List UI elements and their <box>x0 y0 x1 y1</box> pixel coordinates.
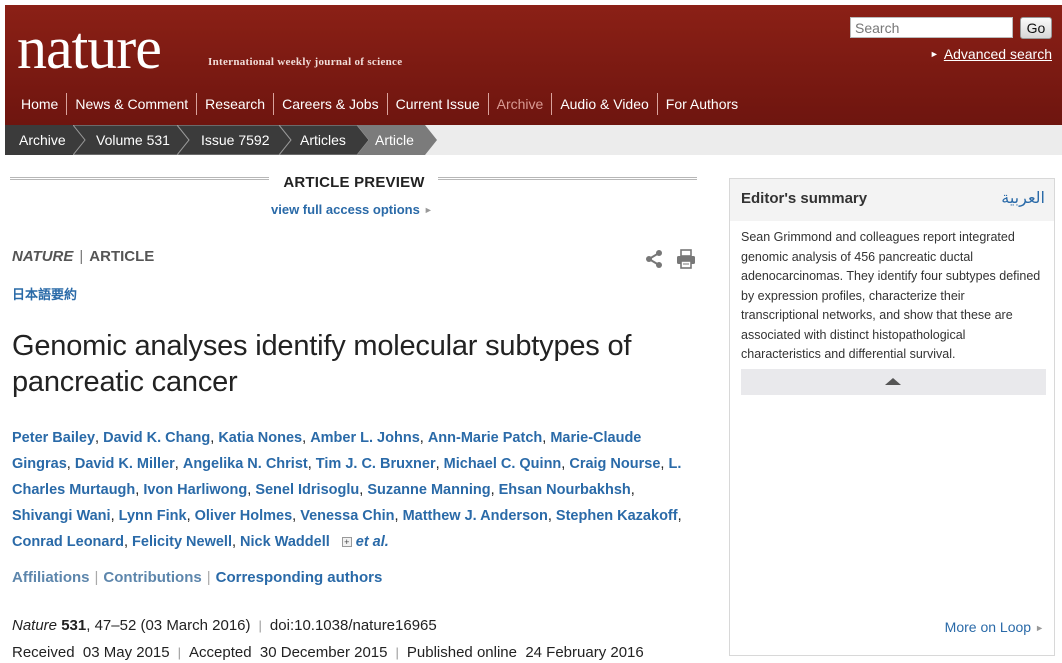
advanced-search-link[interactable]: Advanced search <box>944 46 1052 62</box>
author-link[interactable]: Shivangi Wani <box>12 508 111 524</box>
author-link[interactable]: Peter Bailey <box>12 430 95 446</box>
author-list: Peter Bailey, David K. Chang, Katia None… <box>12 430 682 550</box>
divider <box>10 177 269 180</box>
breadcrumb-articles[interactable]: Articles <box>279 125 369 155</box>
article-dates: Received 03 May 2015 | Accepted 30 Decembe… <box>12 644 644 661</box>
divider <box>438 177 697 180</box>
author-link[interactable]: Angelika N. Christ <box>183 456 308 472</box>
citation-journal: Nature <box>12 617 58 634</box>
citation: Nature 531, 47–52 (03 March 2016) | doi:10… <box>12 617 437 634</box>
breadcrumb-label: Volume 531 <box>96 132 170 148</box>
journal-line: NATURE | ARTICLE <box>12 248 154 265</box>
contributions-link[interactable]: Contributions <box>103 569 201 586</box>
separator: | <box>258 618 262 633</box>
nature-logo[interactable]: nature <box>17 13 162 83</box>
article-preview-title: ARTICLE PREVIEW <box>283 174 425 191</box>
editors-summary-header: Editor's summary العربية <box>730 179 1054 221</box>
author-link[interactable]: Stephen Kazakoff <box>556 508 678 524</box>
arrow-right-icon: ► <box>423 205 433 215</box>
author-link[interactable]: Lynn Fink <box>119 508 187 524</box>
affiliations-link[interactable]: Affiliations <box>12 569 90 586</box>
author-link[interactable]: Ehsan Nourbakhsh <box>499 482 631 498</box>
main-nav: Home News & Comment Research Careers & J… <box>15 93 746 115</box>
citation-date: (03 March 2016) <box>140 617 251 634</box>
breadcrumb-label: Issue 7592 <box>201 132 270 148</box>
separator: | <box>395 645 399 660</box>
nav-archive[interactable]: Archive <box>487 93 552 115</box>
nav-news-comment[interactable]: News & Comment <box>66 93 196 115</box>
arrow-right-icon: ► <box>929 49 939 59</box>
editors-summary-title: Editor's summary <box>741 190 868 207</box>
arabic-summary-link[interactable]: العربية <box>1001 188 1045 208</box>
author-link[interactable]: Ivon Harliwong <box>143 482 247 498</box>
citation-volume: 531 <box>61 617 87 634</box>
citation-pages: 47–52 <box>94 617 137 634</box>
corresponding-authors-link[interactable]: Corresponding authors <box>216 569 383 586</box>
breadcrumb-label: Archive <box>19 132 66 148</box>
received-label: Received <box>12 644 75 661</box>
separator: | <box>206 569 211 586</box>
author-link[interactable]: Craig Nourse <box>569 456 660 472</box>
separator: | <box>177 645 182 660</box>
author-link[interactable]: Matthew J. Anderson <box>403 508 548 524</box>
arrow-right-icon: ► <box>1035 623 1044 633</box>
full-access-label: view full access options <box>271 202 420 217</box>
accepted-label: Accepted <box>189 644 252 661</box>
author-info-links: Affiliations | Contributions | Corresponding… <box>12 569 382 586</box>
article-title: Genomic analyses identify molecular subt… <box>12 330 632 398</box>
breadcrumb: Archive Volume 531 Issue 7592 Articles A… <box>5 125 1062 155</box>
author-link[interactable]: David K. Chang <box>103 430 210 446</box>
nav-home[interactable]: Home <box>15 93 66 115</box>
tagline: International weekly journal of science <box>208 56 403 68</box>
go-button[interactable]: Go <box>1020 17 1052 39</box>
author-link[interactable]: Felicity Newell <box>132 534 232 550</box>
published-date: 24 February 2016 <box>525 644 644 661</box>
breadcrumb-issue[interactable]: Issue 7592 <box>177 125 291 155</box>
chevron-up-icon <box>885 378 901 385</box>
author-link[interactable]: Suzanne Manning <box>367 482 490 498</box>
author-link[interactable]: Ann-Marie Patch <box>428 430 542 446</box>
japanese-summary-link[interactable]: 日本語要約 <box>12 284 77 303</box>
author-link[interactable]: Michael C. Quinn <box>444 456 562 472</box>
print-icon[interactable] <box>676 249 696 274</box>
author-link[interactable]: Conrad Leonard <box>12 534 124 550</box>
author-link[interactable]: David K. Miller <box>75 456 175 472</box>
author-link[interactable]: Katia Nones <box>218 430 302 446</box>
published-label: Published online <box>406 644 517 661</box>
editors-summary-text: Sean Grimmond and colleagues report inte… <box>741 230 1041 361</box>
advanced-search: ► Advanced search <box>930 46 1052 62</box>
breadcrumb-label: Article <box>375 132 414 148</box>
et-al-link[interactable]: et al. <box>356 534 389 550</box>
journal-name: NATURE <box>12 248 74 265</box>
separator: | <box>79 248 84 265</box>
author-link[interactable]: Oliver Holmes <box>195 508 293 524</box>
nav-for-authors[interactable]: For Authors <box>656 93 746 115</box>
author-link[interactable]: Nick Waddell <box>240 534 330 550</box>
expand-authors-icon[interactable]: + <box>341 537 352 547</box>
author-link[interactable]: Venessa Chin <box>300 508 394 524</box>
search-input[interactable] <box>850 17 1013 38</box>
nav-audio-video[interactable]: Audio & Video <box>551 93 656 115</box>
received-date: 03 May 2015 <box>82 644 170 661</box>
breadcrumb-volume[interactable]: Volume 531 <box>73 125 189 155</box>
author-link[interactable]: Tim J. C. Bruxner <box>316 456 436 472</box>
author-link[interactable]: Amber L. Johns <box>310 430 420 446</box>
nav-careers-jobs[interactable]: Careers & Jobs <box>273 93 386 115</box>
masthead: nature International weekly journal of s… <box>5 5 1062 125</box>
citation-doi: doi:10.1038/nature16965 <box>269 617 437 634</box>
breadcrumb-article[interactable]: Article <box>357 125 437 155</box>
separator: | <box>94 569 99 586</box>
share-icon[interactable] <box>644 249 664 274</box>
more-on-loop-label: More on Loop <box>944 619 1032 635</box>
accepted-date: 30 December 2015 <box>259 644 388 661</box>
more-on-loop-link[interactable]: More on Loop ► <box>945 619 1044 635</box>
nav-research[interactable]: Research <box>196 93 273 115</box>
full-access-link[interactable]: view full access options ► <box>271 202 433 217</box>
author-link[interactable]: Senel Idrisoglu <box>255 482 359 498</box>
breadcrumb-label: Articles <box>300 132 346 148</box>
article-type: ARTICLE <box>89 248 155 265</box>
editors-summary-panel: Editor's summary العربية Sean Grimmond a… <box>729 178 1055 656</box>
nav-current-issue[interactable]: Current Issue <box>386 93 488 115</box>
collapse-summary-button[interactable] <box>741 369 1046 395</box>
